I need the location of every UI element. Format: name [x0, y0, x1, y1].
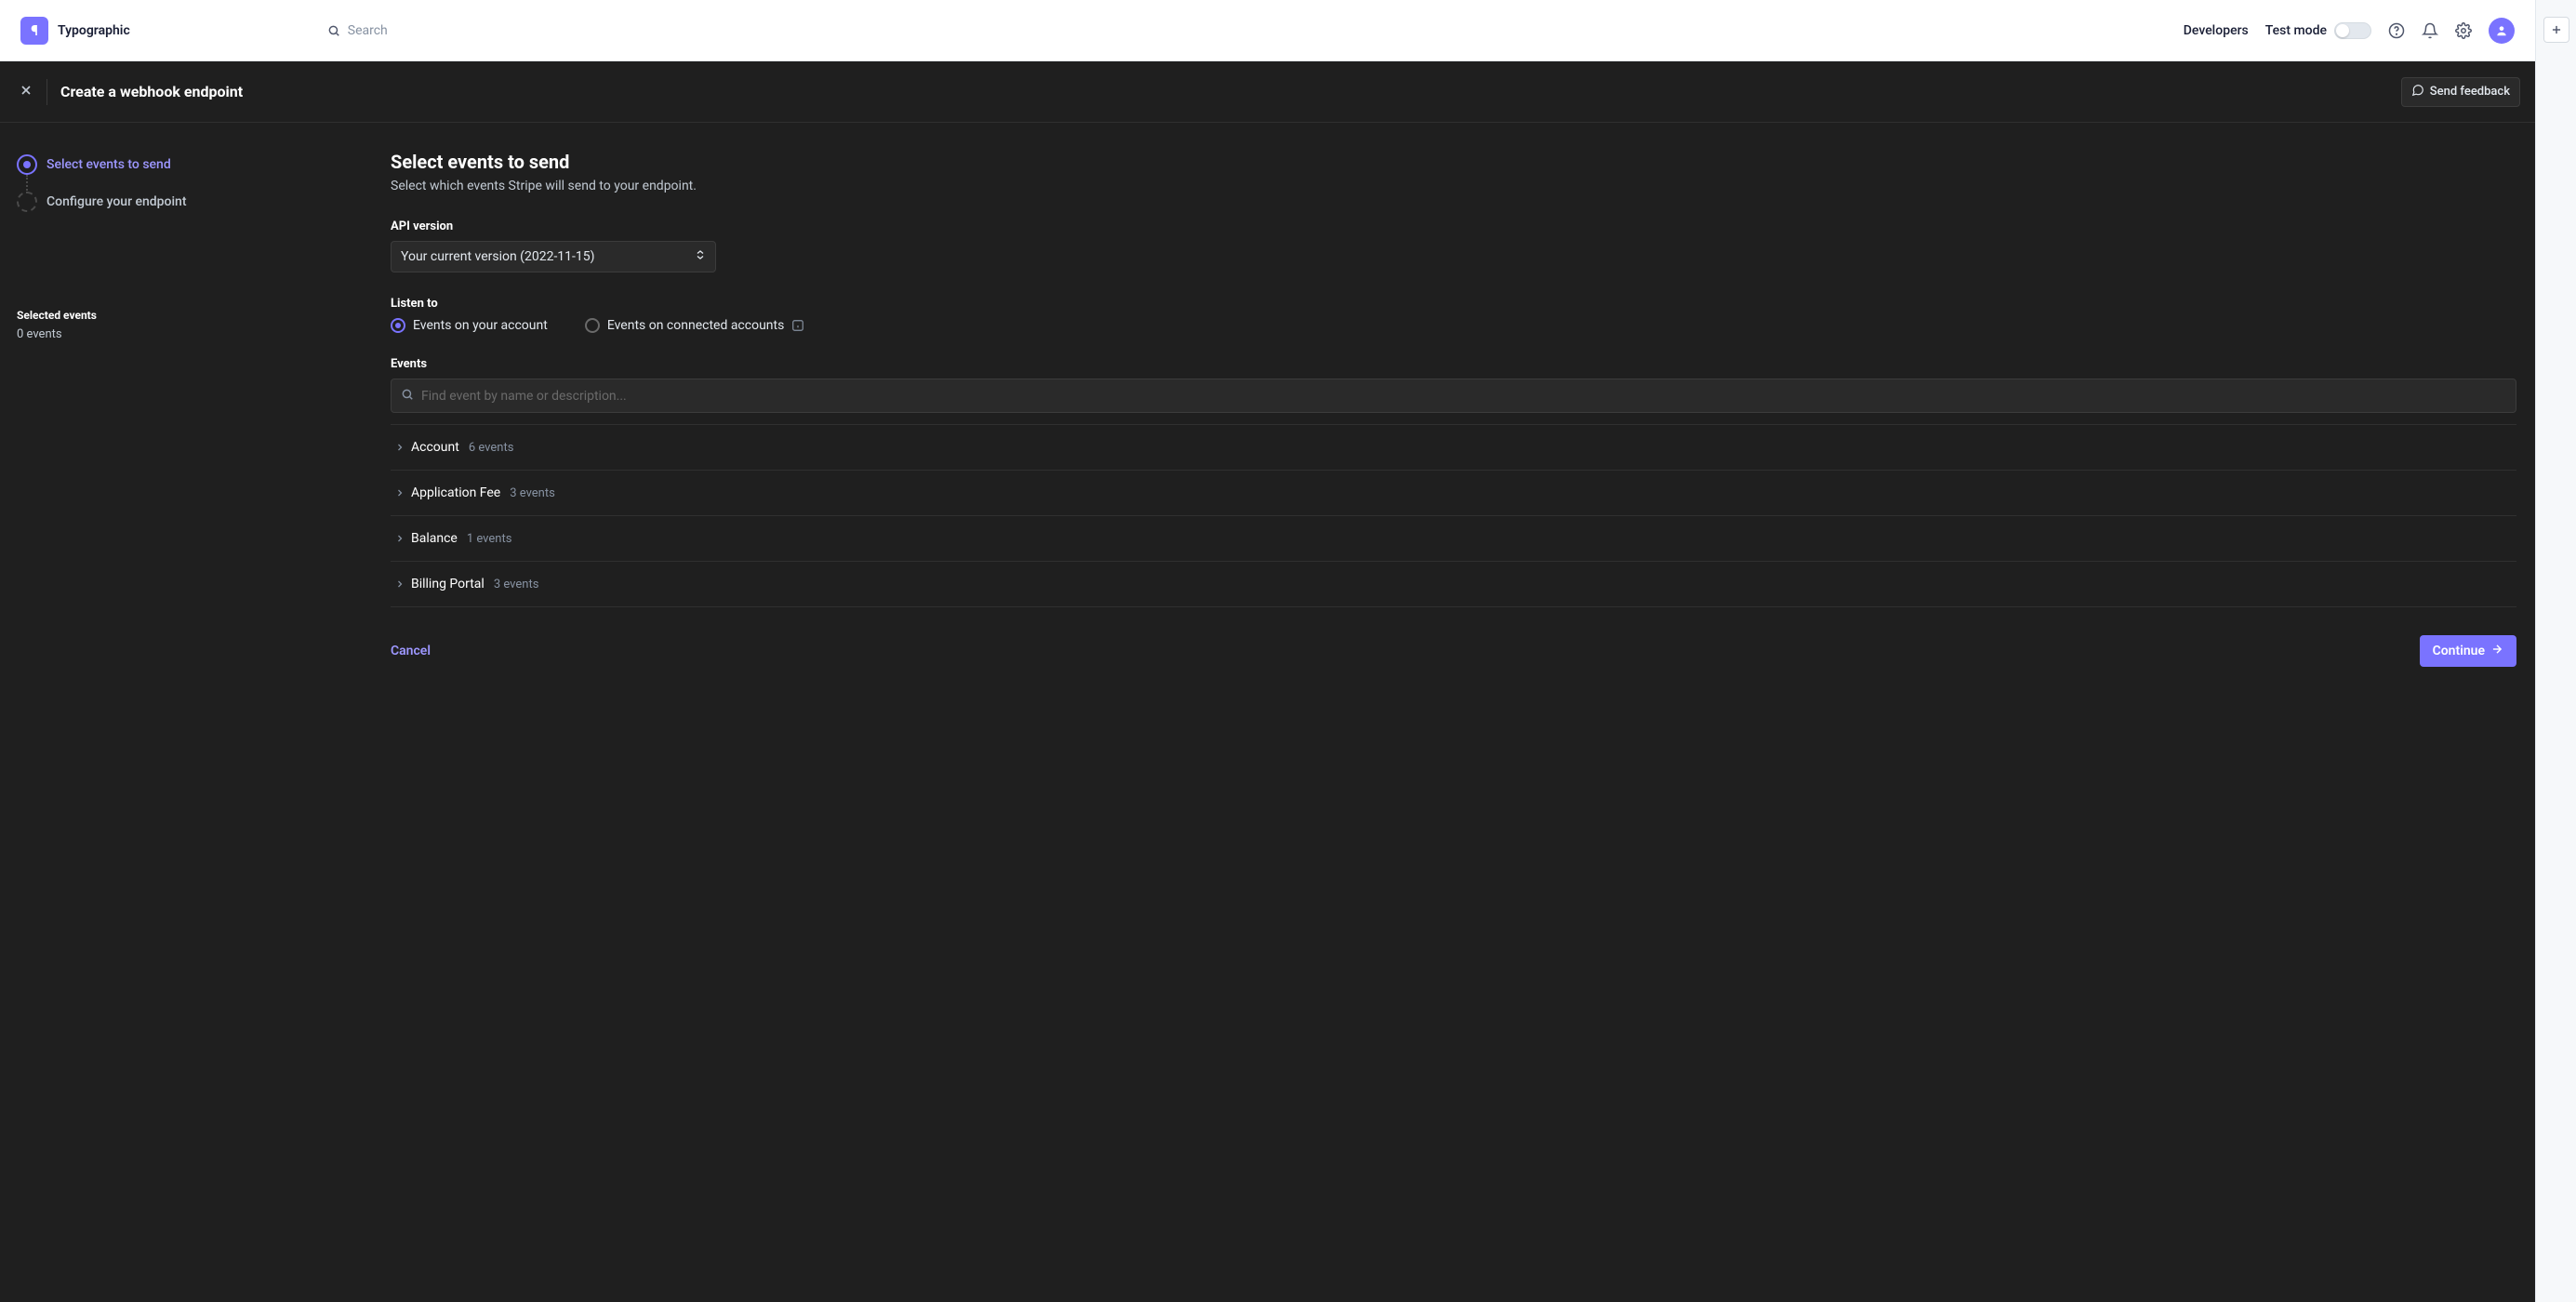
radio-account-label: Events on your account [413, 318, 548, 333]
step-configure-endpoint[interactable]: Configure your endpoint [17, 188, 355, 216]
developers-link[interactable]: Developers [2184, 23, 2249, 38]
chevron-right-icon [394, 487, 405, 498]
step-indicator-pending-icon [17, 192, 37, 212]
chevron-right-icon [394, 533, 405, 544]
testmode-label: Test mode [2265, 23, 2327, 38]
events-search[interactable] [391, 379, 2516, 413]
category-name: Balance [411, 531, 458, 546]
category-count: 3 events [494, 578, 539, 591]
category-name: Account [411, 440, 459, 455]
step-label: Select events to send [46, 157, 171, 172]
chevron-right-icon [394, 442, 405, 453]
panel-heading: Select events to send [391, 151, 2516, 173]
listen-to-label: Listen to [391, 297, 2516, 311]
category-name: Billing Portal [411, 577, 485, 591]
step-indicator-active-icon [17, 154, 37, 175]
notifications-icon[interactable] [2422, 22, 2438, 39]
category-name: Application Fee [411, 485, 500, 500]
brand-name: Typographic [58, 23, 130, 38]
close-icon[interactable] [15, 79, 47, 105]
brand[interactable]: ¶ Typographic [20, 17, 130, 45]
search-input[interactable] [348, 23, 534, 38]
arrow-right-icon [2490, 643, 2503, 659]
radio-events-connected[interactable]: Events on connected accounts [585, 318, 805, 333]
testmode-toggle[interactable] [2334, 22, 2371, 39]
avatar[interactable] [2489, 18, 2515, 44]
category-count: 3 events [510, 486, 555, 500]
right-panel [2535, 0, 2576, 1302]
event-category-row[interactable]: Application Fee 3 events [391, 471, 2516, 516]
radio-events-account[interactable]: Events on your account [391, 318, 548, 333]
send-feedback-label: Send feedback [2430, 85, 2510, 99]
step-select-events[interactable]: Select events to send [17, 151, 355, 179]
steps-sidebar: Select events to send Configure your end… [0, 123, 372, 1302]
selected-events-title: Selected events [17, 309, 355, 322]
category-count: 1 events [467, 532, 512, 546]
subheader-title: Create a webhook endpoint [60, 83, 243, 100]
event-category-row[interactable]: Account 6 events [391, 424, 2516, 471]
settings-icon[interactable] [2455, 22, 2472, 39]
search-icon [401, 387, 414, 405]
selected-events-count: 0 events [17, 327, 355, 341]
select-chevron-icon [695, 249, 706, 264]
testmode-toggle-group: Test mode [2265, 22, 2371, 39]
step-label: Configure your endpoint [46, 194, 187, 209]
cancel-button[interactable]: Cancel [391, 644, 431, 658]
events-search-input[interactable] [421, 389, 2506, 404]
info-icon[interactable] [791, 319, 804, 332]
continue-button[interactable]: Continue [2420, 635, 2516, 667]
search-icon [327, 24, 340, 37]
main-panel: Select events to send Select which event… [372, 123, 2535, 1302]
event-category-row[interactable]: Balance 1 events [391, 516, 2516, 562]
send-feedback-button[interactable]: Send feedback [2401, 77, 2520, 107]
events-label: Events [391, 357, 2516, 371]
api-version-label: API version [391, 219, 2516, 233]
subheader: Create a webhook endpoint Send feedback [0, 61, 2535, 123]
event-category-row[interactable]: Billing Portal 3 events [391, 562, 2516, 607]
comment-icon [2411, 84, 2424, 100]
selected-events-summary: Selected events 0 events [17, 309, 355, 341]
continue-label: Continue [2433, 644, 2485, 658]
add-panel-button[interactable] [2543, 17, 2569, 43]
help-icon[interactable] [2388, 22, 2405, 39]
chevron-right-icon [394, 578, 405, 590]
global-search[interactable] [327, 23, 2172, 38]
brand-logo-icon: ¶ [20, 17, 48, 45]
panel-subheading: Select which events Stripe will send to … [391, 179, 2516, 193]
topbar: ¶ Typographic Developers Test mode [0, 0, 2535, 61]
api-version-value: Your current version (2022-11-15) [401, 249, 595, 264]
radio-selected-icon [391, 318, 405, 333]
radio-connected-label: Events on connected accounts [607, 318, 785, 333]
category-count: 6 events [469, 441, 514, 455]
radio-unselected-icon [585, 318, 600, 333]
api-version-select[interactable]: Your current version (2022-11-15) [391, 241, 716, 272]
